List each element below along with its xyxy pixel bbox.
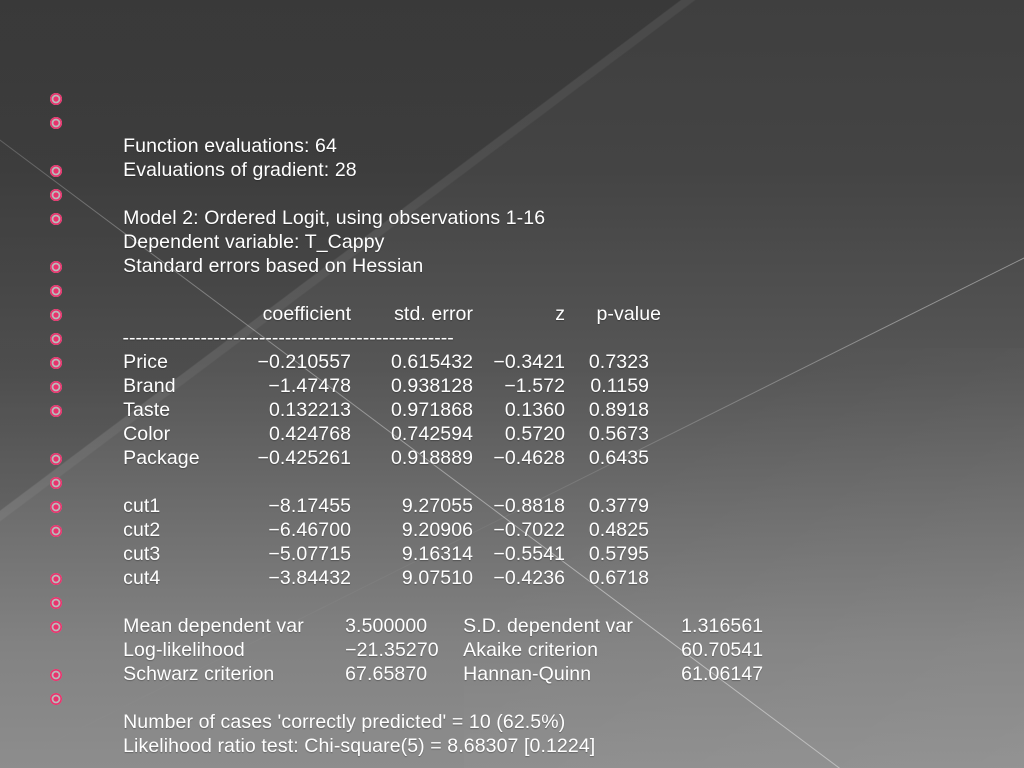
- correctly-predicted-text: Number of cases 'correctly predicted' = …: [123, 711, 566, 733]
- table-row: Color 0.424768 0.742594 0.5720 0.5673: [0, 374, 1024, 445]
- bullet-icon: [50, 261, 62, 273]
- slide-body: Function evaluations: 64 Evaluations of …: [0, 86, 1024, 757]
- table-row: cut2 −6.46700 9.20906 −0.7022 0.4825: [0, 470, 1024, 541]
- bullet-icon: [50, 213, 62, 225]
- bullet-icon: [50, 357, 62, 369]
- slide-canvas: Function evaluations: 64 Evaluations of …: [0, 0, 1024, 768]
- bullet-icon: [50, 117, 62, 129]
- bullet-icon: [50, 165, 62, 177]
- bullet-icon: [50, 501, 62, 513]
- likelihood-ratio-test-text: Likelihood ratio test: Chi-square(5) = 8…: [123, 735, 596, 757]
- table-row: cut1 −8.17455 9.27055 −0.8818 0.3779: [0, 446, 1024, 517]
- list-item-dependent-variable: Dependent variable: T_Cappy: [0, 182, 1024, 253]
- list-item-correctly-predicted: Number of cases 'correctly predicted' = …: [0, 662, 1024, 733]
- table-row: Package −0.425261 0.918889 −0.4628 0.6435: [0, 398, 1024, 469]
- statistics-row: Log-likelihood −21.35270 Akaike criterion 6…: [0, 590, 1024, 661]
- table-row: Price −0.210557 0.615432 −0.3421 0.7323: [0, 302, 1024, 373]
- list-item-model-line: Model 2: Ordered Logit, using observatio…: [0, 158, 1024, 229]
- bullet-icon: [50, 597, 62, 609]
- bullet-icon: [50, 477, 62, 489]
- list-item-likelihood-ratio-test: Likelihood ratio test: Chi-square(5) = 8…: [0, 686, 1024, 757]
- table-row: Brand −1.47478 0.938128 −1.572 0.1159: [0, 326, 1024, 397]
- list-item-evaluations-of-gradient: Evaluations of gradient: 28: [0, 110, 1024, 181]
- list-item-standard-errors: Standard errors based on Hessian: [0, 206, 1024, 277]
- bullet-icon: [50, 405, 62, 417]
- bullet-icon: [50, 621, 62, 633]
- bullet-icon: [50, 93, 62, 105]
- statistics-row: Schwarz criterion 67.65870 Hannan-Quinn 61.…: [0, 614, 1024, 685]
- bullet-icon: [50, 333, 62, 345]
- table-row: Taste 0.132213 0.971868 0.1360 0.8918: [0, 350, 1024, 421]
- bullet-icon: [50, 381, 62, 393]
- statistics-row: Mean dependent var 3.500000 S.D. dependent…: [0, 566, 1024, 637]
- table-header-row: coefficient std. error z p-value: [0, 254, 1024, 325]
- table-separator-rule: ----------------------------------------…: [0, 278, 1024, 349]
- bullet-icon: [50, 669, 62, 681]
- list-item-function-evaluations: Function evaluations: 64: [0, 86, 1024, 157]
- bullet-icon: [50, 309, 62, 321]
- table-row: cut3 −5.07715 9.16314 −0.5541 0.5795: [0, 494, 1024, 565]
- bullet-icon: [50, 525, 62, 537]
- bullet-icon: [50, 189, 62, 201]
- bullet-icon: [50, 573, 62, 585]
- table-row: cut4 −3.84432 9.07510 −0.4236 0.6718: [0, 518, 1024, 589]
- bullet-icon: [50, 285, 62, 297]
- bullet-icon: [50, 453, 62, 465]
- bullet-icon: [50, 693, 62, 705]
